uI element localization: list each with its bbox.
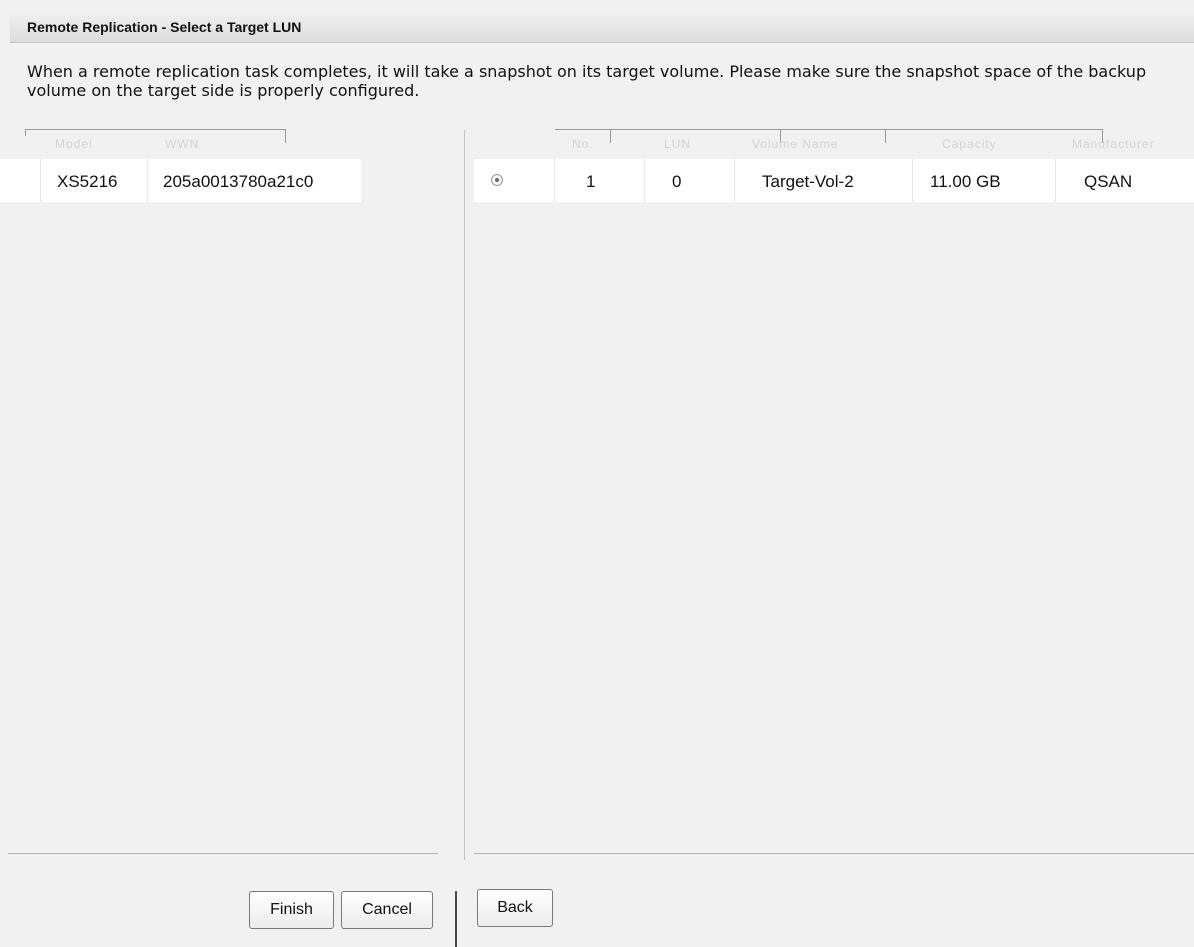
cell-separator — [912, 159, 913, 202]
right-header-border — [555, 129, 1103, 130]
cell-separator — [734, 159, 735, 202]
finish-button[interactable]: Finish — [249, 891, 334, 929]
cell-manufacturer: QSAN — [1084, 172, 1133, 191]
button-group-divider — [455, 891, 457, 947]
left-header-border — [25, 129, 285, 130]
cell-separator — [554, 159, 555, 202]
dialog-description: When a remote replication task completes… — [27, 62, 1147, 100]
table-row-device[interactable]: XS5216 205a0013780a21c0 — [0, 159, 361, 202]
left-table-footer-line — [8, 853, 438, 854]
cell-model: XS5216 — [57, 172, 118, 191]
cell-lun: 0 — [672, 172, 682, 191]
pane-divider — [464, 130, 465, 860]
right-table-footer-line — [474, 853, 1194, 854]
column-header-manufacturer[interactable]: Manufacturer — [1072, 137, 1155, 151]
left-header-divider — [25, 129, 26, 136]
cell-no: 1 — [586, 172, 596, 191]
cell-separator — [644, 159, 645, 202]
column-header-wwn[interactable]: WWN — [165, 137, 199, 151]
cancel-button[interactable]: Cancel — [341, 891, 433, 929]
right-header-divider — [885, 129, 886, 143]
column-header-volume-name[interactable]: Volume Name — [752, 137, 838, 151]
cell-separator — [40, 159, 41, 202]
cell-separator — [1055, 159, 1056, 202]
lun-select-radio[interactable] — [491, 174, 503, 186]
column-header-lun[interactable]: LUN — [664, 137, 691, 151]
column-header-capacity[interactable]: Capacity — [942, 137, 997, 151]
right-header-divider — [610, 129, 611, 143]
column-header-model[interactable]: Model — [55, 137, 93, 151]
cell-wwn: 205a0013780a21c0 — [163, 172, 314, 191]
replication-dialog: Remote Replication - Select a Target LUN… — [0, 0, 1194, 947]
cell-separator — [147, 159, 148, 202]
left-header-divider — [285, 129, 286, 143]
cell-volume-name: Target-Vol-2 — [762, 172, 854, 191]
column-header-no[interactable]: No. — [572, 137, 594, 151]
table-row-lun[interactable]: 1 0 Target-Vol-2 11.00 GB QSAN — [474, 159, 1194, 202]
back-button[interactable]: Back — [477, 889, 553, 927]
dialog-title-bar: Remote Replication - Select a Target LUN — [10, 9, 1194, 43]
cell-capacity: 11.00 GB — [930, 172, 1001, 191]
dialog-title: Remote Replication - Select a Target LUN — [27, 19, 302, 35]
